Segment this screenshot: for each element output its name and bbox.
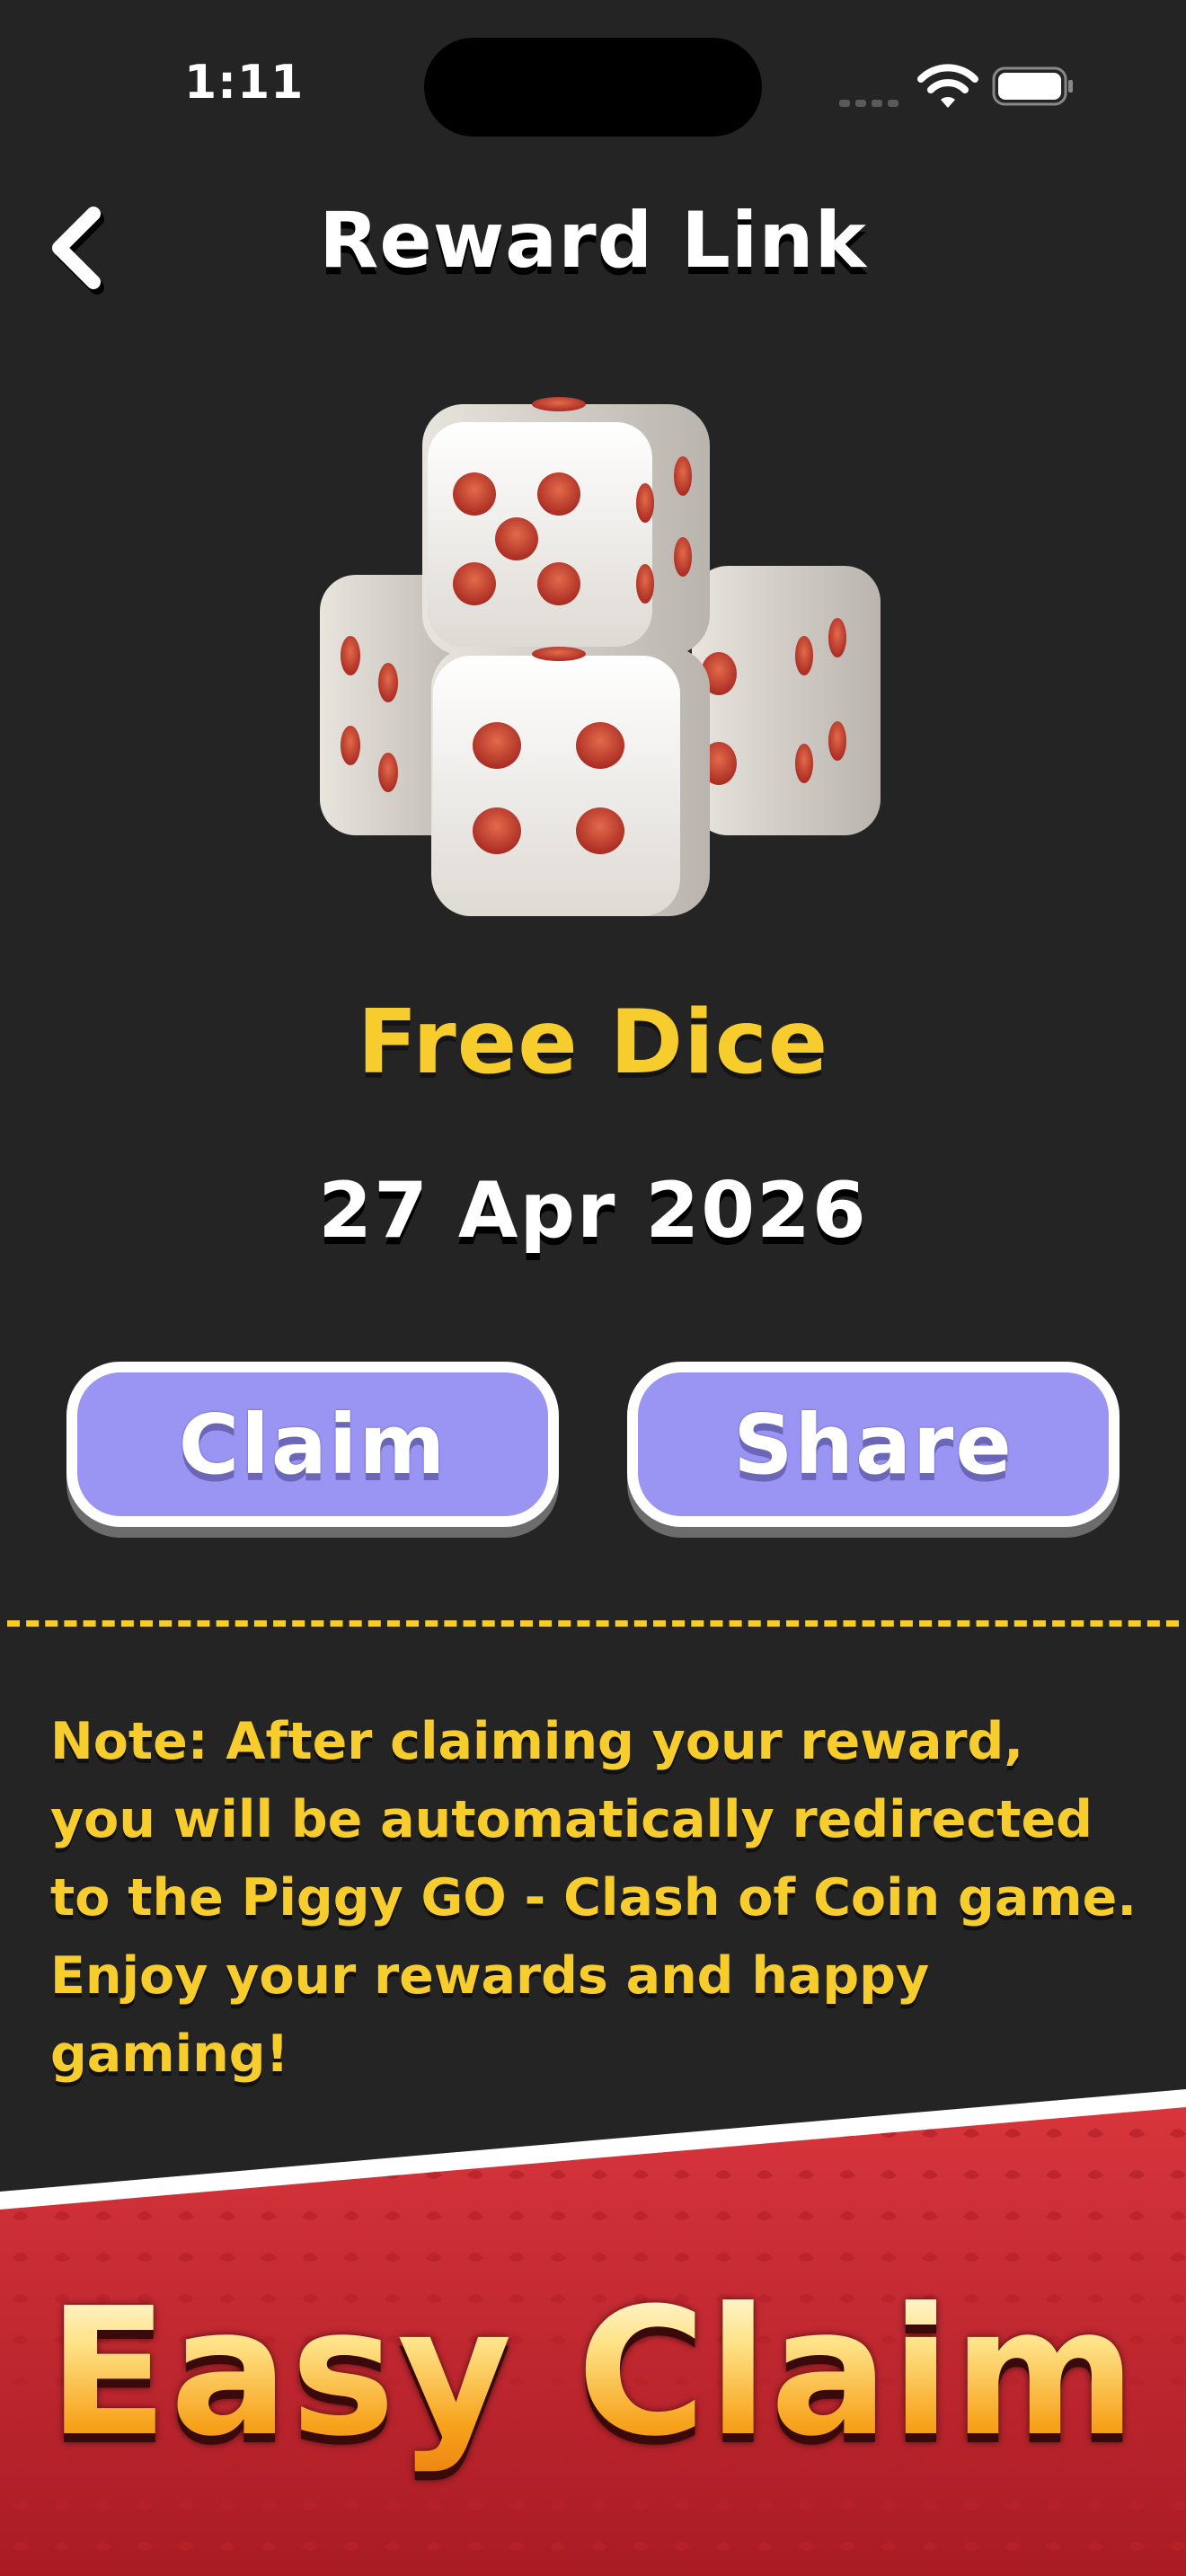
banner-headline: Easy Claim <box>0 2271 1186 2475</box>
claim-button[interactable]: Claim <box>66 1362 559 1527</box>
note-text: Note: After claiming your reward, you wi… <box>50 1712 1137 2084</box>
reward-date: 27 Apr 2026 <box>318 1166 868 1256</box>
cellular-signal-icon <box>839 93 904 110</box>
battery-icon <box>992 66 1073 106</box>
page-title: Reward Link <box>319 196 867 286</box>
wifi-icon <box>917 64 978 108</box>
share-button[interactable]: Share <box>627 1362 1120 1527</box>
status-time: 1:11 <box>184 56 305 110</box>
dice-icon <box>320 397 881 916</box>
dynamic-island <box>424 38 762 137</box>
dashed-divider <box>7 1620 1179 1627</box>
reward-name: Free Dice <box>357 992 829 1094</box>
status-bar: 1:11 <box>0 0 1186 171</box>
